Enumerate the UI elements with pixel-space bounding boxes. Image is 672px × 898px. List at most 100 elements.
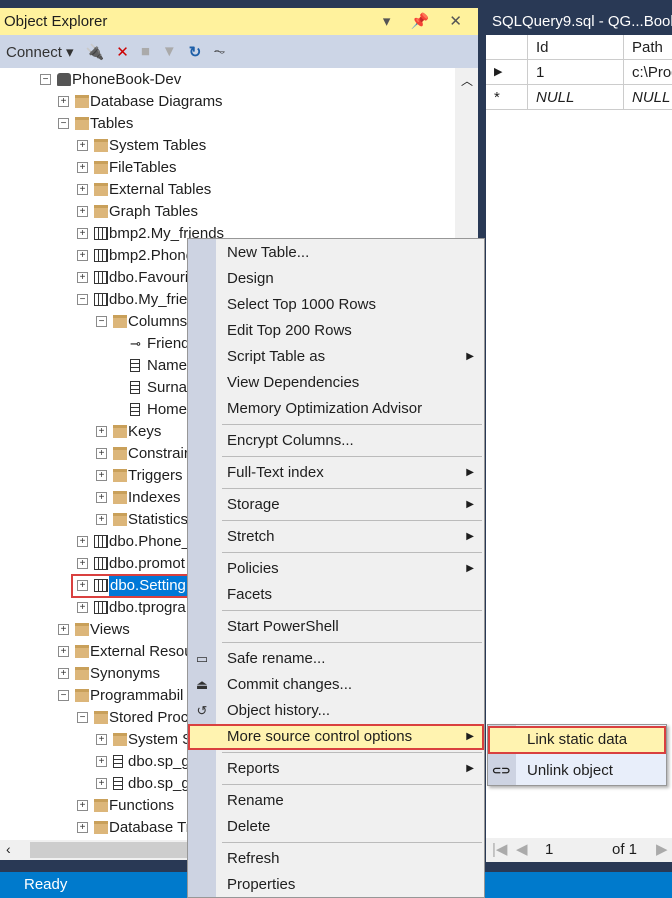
expand-icon[interactable]: + xyxy=(58,668,69,679)
menu-item-storage[interactable]: Storage ▶ xyxy=(188,492,484,518)
menu-item-new-table[interactable]: New Table... xyxy=(188,240,484,266)
menu-item-delete[interactable]: Delete xyxy=(188,814,484,840)
page-number[interactable]: 1 xyxy=(545,841,553,858)
menu-item-rename[interactable]: Rename xyxy=(188,788,484,814)
tree-item-label: Database Diagrams xyxy=(90,93,223,110)
tree-item-label: dbo.Phone_ xyxy=(109,533,190,550)
expand-icon[interactable]: + xyxy=(96,448,107,459)
tree-item-label: Tables xyxy=(90,115,134,132)
collapse-icon[interactable]: − xyxy=(77,712,88,723)
expand-icon[interactable]: + xyxy=(77,800,88,811)
tree-item[interactable]: + External Tables xyxy=(0,179,455,201)
filter-icon[interactable]: ▼ xyxy=(162,43,177,60)
tree-item[interactable]: + Database Diagrams xyxy=(0,91,455,113)
collapse-icon[interactable]: − xyxy=(77,294,88,305)
collapse-icon[interactable]: − xyxy=(58,118,69,129)
expand-icon[interactable]: + xyxy=(96,470,107,481)
menu-item-policies[interactable]: Policies ▶ xyxy=(188,556,484,582)
tree-item[interactable]: + Graph Tables xyxy=(0,201,455,223)
menu-item-label: Full-Text index xyxy=(227,464,324,481)
menu-item-object-history[interactable]: ↺ Object history... xyxy=(188,698,484,724)
menu-item-script-table-as[interactable]: Script Table as ▶ xyxy=(188,344,484,370)
disconnect-icon[interactable]: ✕ xyxy=(116,43,129,61)
tree-item-label: dbo.Favouri xyxy=(109,269,189,286)
tree-item[interactable]: − PhoneBook-Dev xyxy=(0,69,455,91)
expand-icon[interactable]: + xyxy=(77,140,88,151)
menu-item-full-text-index[interactable]: Full-Text index ▶ xyxy=(188,460,484,486)
status-text: Ready xyxy=(24,876,68,893)
column-header[interactable]: Path xyxy=(624,35,672,60)
first-page-icon[interactable]: |◀ xyxy=(492,840,507,858)
expand-icon[interactable]: + xyxy=(77,162,88,173)
row-indicator[interactable]: ▶ xyxy=(486,60,528,85)
menu-item-select-top-1000-rows[interactable]: Select Top 1000 Rows xyxy=(188,292,484,318)
activity-monitor-icon[interactable]: ⏦ xyxy=(213,43,225,60)
menu-item-facets[interactable]: Facets xyxy=(188,582,484,608)
grid-cell[interactable]: 1 xyxy=(528,60,624,85)
expand-icon[interactable]: + xyxy=(77,184,88,195)
expand-icon[interactable]: + xyxy=(96,756,107,767)
expand-icon[interactable]: + xyxy=(96,734,107,745)
expand-icon[interactable]: + xyxy=(58,624,69,635)
submenu-item-link-static-data[interactable]: Link static data xyxy=(488,726,666,754)
menu-separator xyxy=(222,424,482,425)
menu-item-label: Commit changes... xyxy=(227,676,353,693)
expand-icon[interactable]: + xyxy=(96,492,107,503)
tree-item-label: External Tables xyxy=(109,181,212,198)
menu-item-commit-changes[interactable]: ⏏ Commit changes... xyxy=(188,672,484,698)
tree-item[interactable]: + FileTables xyxy=(0,157,455,179)
expand-icon[interactable]: + xyxy=(77,558,88,569)
menu-item-memory-optimization-advisor[interactable]: Memory Optimization Advisor xyxy=(188,396,484,422)
menu-item-design[interactable]: Design xyxy=(188,266,484,292)
stop-icon[interactable]: ■ xyxy=(141,43,150,60)
expand-icon[interactable]: + xyxy=(77,272,88,283)
query-tab[interactable]: SQLQuery9.sql - QG...Book- xyxy=(486,8,672,35)
tree-item[interactable]: + System Tables xyxy=(0,135,455,157)
expand-icon[interactable]: + xyxy=(77,822,88,833)
collapse-icon[interactable]: − xyxy=(40,74,51,85)
menu-item-view-dependencies[interactable]: View Dependencies xyxy=(188,370,484,396)
collapse-icon[interactable]: − xyxy=(58,690,69,701)
expand-icon[interactable]: + xyxy=(58,646,69,657)
menu-item-edit-top-200-rows[interactable]: Edit Top 200 Rows xyxy=(188,318,484,344)
expand-icon[interactable]: + xyxy=(77,206,88,217)
folder-icon xyxy=(94,711,108,724)
expand-icon[interactable]: + xyxy=(96,514,107,525)
column-header[interactable]: Id xyxy=(528,35,624,60)
page-count: of 1 xyxy=(612,841,638,858)
next-page-icon[interactable]: ▶ xyxy=(656,840,668,858)
expand-icon[interactable]: + xyxy=(58,96,69,107)
folder-icon xyxy=(75,95,89,108)
prev-page-icon[interactable]: ◀ xyxy=(516,840,528,858)
expand-icon[interactable]: + xyxy=(77,228,88,239)
grid-cell[interactable]: c:\Prog xyxy=(624,60,672,85)
collapse-icon[interactable]: − xyxy=(96,316,107,327)
menu-item-label: Safe rename... xyxy=(227,650,326,667)
connect-icon[interactable]: 🔌 xyxy=(86,43,105,61)
menu-item-stretch[interactable]: Stretch ▶ xyxy=(188,524,484,550)
grid-cell[interactable]: NULL xyxy=(528,85,624,110)
row-indicator[interactable]: * xyxy=(486,85,528,110)
connect-button[interactable]: Connect ▾ xyxy=(6,43,74,61)
menu-item-properties[interactable]: Properties xyxy=(188,872,484,898)
menu-item-start-powershell[interactable]: Start PowerShell xyxy=(188,614,484,640)
window-controls[interactable]: ▾ 📌 ✕ xyxy=(383,12,470,30)
menu-item-more-source-control-options[interactable]: More source control options ▶ xyxy=(188,724,484,750)
expand-icon[interactable]: + xyxy=(77,602,88,613)
menu-item-label: Reports xyxy=(227,760,280,777)
menu-item-label: Properties xyxy=(227,876,296,893)
tree-item-label: dbo.My_frie xyxy=(109,291,188,308)
menu-item-safe-rename[interactable]: ▭ Safe rename... xyxy=(188,646,484,672)
submenu-item-unlink-object[interactable]: ⊂⊃ Unlink object xyxy=(488,757,666,785)
grid-cell[interactable]: NULL xyxy=(624,85,672,110)
menu-item-encrypt-columns[interactable]: Encrypt Columns... xyxy=(188,428,484,454)
refresh-icon[interactable]: ↻ xyxy=(189,43,202,61)
menu-separator xyxy=(222,842,482,843)
expand-icon[interactable]: + xyxy=(96,778,107,789)
expand-icon[interactable]: + xyxy=(77,250,88,261)
tree-item[interactable]: − Tables xyxy=(0,113,455,135)
expand-icon[interactable]: + xyxy=(77,536,88,547)
expand-icon[interactable]: + xyxy=(96,426,107,437)
menu-item-reports[interactable]: Reports ▶ xyxy=(188,756,484,782)
menu-item-refresh[interactable]: Refresh xyxy=(188,846,484,872)
